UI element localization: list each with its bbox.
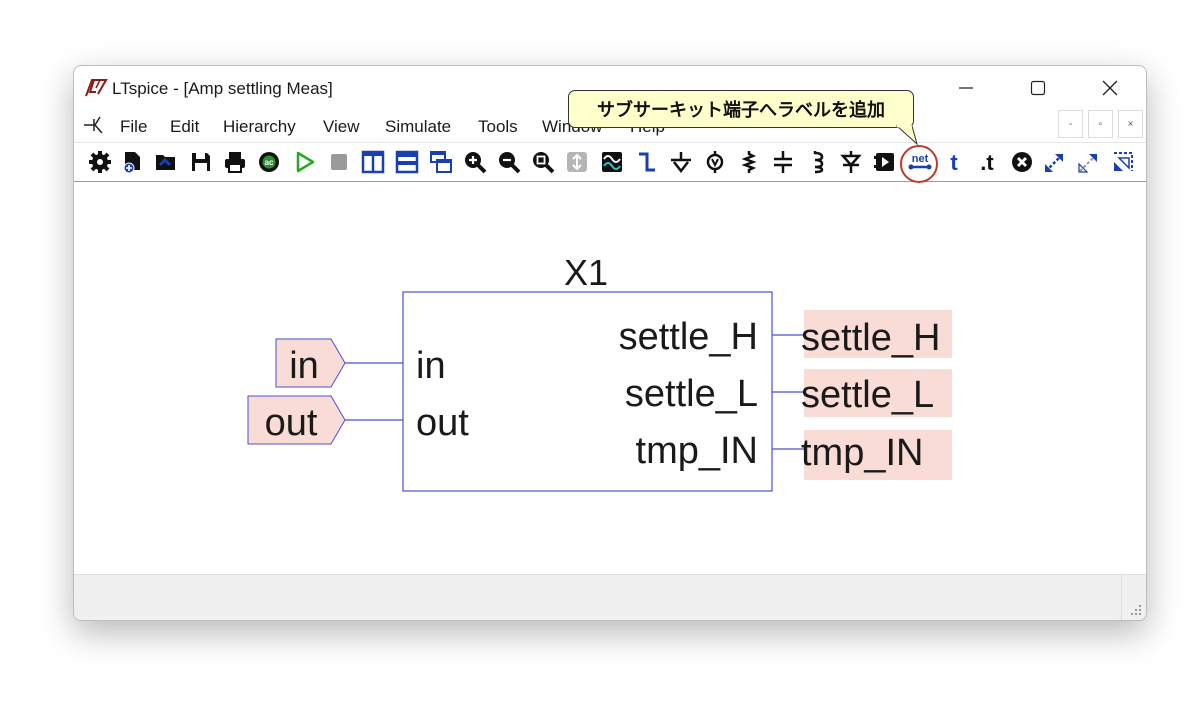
- mdi-minimize-button[interactable]: -: [1058, 110, 1083, 138]
- tooltip: サブサーキット端子へラベルを追加: [568, 90, 914, 128]
- resistor-icon[interactable]: [737, 150, 761, 174]
- net-label-settle-l-text: settle_L: [801, 374, 934, 416]
- status-bar: [74, 574, 1146, 620]
- schematic-canvas[interactable]: X1 in out in out settle_H settle_L tmp_I…: [74, 183, 1146, 574]
- ltspice-window: LTspice - [Amp settling Meas] File Edit …: [73, 65, 1147, 621]
- pin-out: out: [416, 402, 469, 444]
- gear-icon[interactable]: [88, 150, 112, 174]
- net-label-settle-l[interactable]: settle_L: [801, 369, 952, 417]
- tooltip-pointer: [895, 125, 918, 146]
- net-label-out-text: out: [265, 402, 318, 444]
- menu-edit[interactable]: Edit: [170, 117, 199, 137]
- inductor-icon[interactable]: [805, 150, 829, 174]
- text-tool-label: t: [950, 150, 958, 174]
- horizontal-split-icon[interactable]: [395, 150, 419, 174]
- ground-icon[interactable]: [669, 150, 693, 174]
- menu-view[interactable]: View: [323, 117, 360, 137]
- menu-file[interactable]: File: [120, 117, 147, 137]
- pin-in: in: [416, 345, 446, 387]
- zoom-fit-icon[interactable]: [531, 150, 555, 174]
- menu-tools[interactable]: Tools: [478, 117, 518, 137]
- net-label-out[interactable]: out: [247, 395, 346, 445]
- ac-analysis-icon[interactable]: ac: [257, 150, 281, 174]
- wire-icon[interactable]: [635, 150, 659, 174]
- open-icon[interactable]: [154, 150, 178, 174]
- ltspice-logo-icon: [85, 79, 108, 97]
- net-label-text: net: [912, 153, 929, 165]
- component-icon[interactable]: [873, 150, 897, 174]
- instance-name: X1: [564, 252, 608, 293]
- net-label-settle-h[interactable]: settle_H: [801, 310, 952, 359]
- directive-tool-label: .t: [980, 150, 994, 174]
- pin-settle-h: settle_H: [619, 316, 758, 358]
- net-label-settle-h-text: settle_H: [801, 317, 940, 359]
- status-divider: [1121, 575, 1122, 620]
- drag-icon[interactable]: [1077, 150, 1101, 174]
- capacitor-icon[interactable]: [771, 150, 795, 174]
- delete-icon[interactable]: [1010, 150, 1034, 174]
- window-title: LTspice - [Amp settling Meas]: [112, 79, 333, 98]
- pin-tmp-in: tmp_IN: [636, 430, 758, 472]
- net-label-in-text: in: [289, 345, 319, 387]
- menu-hierarchy[interactable]: Hierarchy: [223, 117, 296, 137]
- resize-grip-icon[interactable]: [1130, 604, 1142, 616]
- voltage-source-icon[interactable]: [703, 150, 727, 174]
- print-icon[interactable]: [223, 150, 247, 174]
- toolbar: ac net t .t: [74, 142, 1146, 183]
- cascade-icon[interactable]: [429, 150, 453, 174]
- vertical-split-icon[interactable]: [361, 150, 385, 174]
- diode-icon[interactable]: [839, 150, 863, 174]
- run-icon[interactable]: [293, 150, 317, 174]
- mirror-icon[interactable]: [1111, 150, 1135, 174]
- autorange-icon[interactable]: [565, 150, 589, 174]
- mdi-restore-button[interactable]: ▫: [1088, 110, 1113, 138]
- maximize-button[interactable]: [1002, 66, 1074, 110]
- halt-icon[interactable]: [327, 150, 351, 174]
- minimize-button[interactable]: [930, 66, 1002, 110]
- schematic-drawing: X1 in out in out settle_H settle_L tmp_I…: [247, 252, 952, 492]
- maximize-icon: [1030, 80, 1046, 96]
- net-label-icon[interactable]: net: [907, 150, 933, 174]
- move-icon[interactable]: [1043, 150, 1067, 174]
- net-label-tmp-in[interactable]: tmp_IN: [801, 430, 952, 480]
- net-label-tmp-in-text: tmp_IN: [801, 432, 923, 474]
- close-icon: [1102, 80, 1118, 96]
- mdi-close-button[interactable]: ×: [1118, 110, 1143, 138]
- zoom-out-icon[interactable]: [497, 150, 521, 174]
- net-label-in[interactable]: in: [275, 338, 346, 388]
- schematic-doc-icon[interactable]: [82, 114, 108, 136]
- zoom-in-icon[interactable]: [463, 150, 487, 174]
- spice-directive-icon[interactable]: .t: [975, 150, 999, 174]
- menu-simulate[interactable]: Simulate: [385, 117, 451, 137]
- tooltip-text: サブサーキット端子へラベルを追加: [597, 100, 885, 120]
- text-icon[interactable]: t: [942, 150, 966, 174]
- minimize-icon: [959, 87, 973, 89]
- save-icon[interactable]: [189, 150, 213, 174]
- new-schematic-icon[interactable]: [121, 150, 145, 174]
- close-button[interactable]: [1074, 66, 1146, 110]
- svg-text:ac: ac: [265, 158, 274, 167]
- pin-settle-l: settle_L: [625, 373, 758, 415]
- waveform-icon[interactable]: [600, 150, 624, 174]
